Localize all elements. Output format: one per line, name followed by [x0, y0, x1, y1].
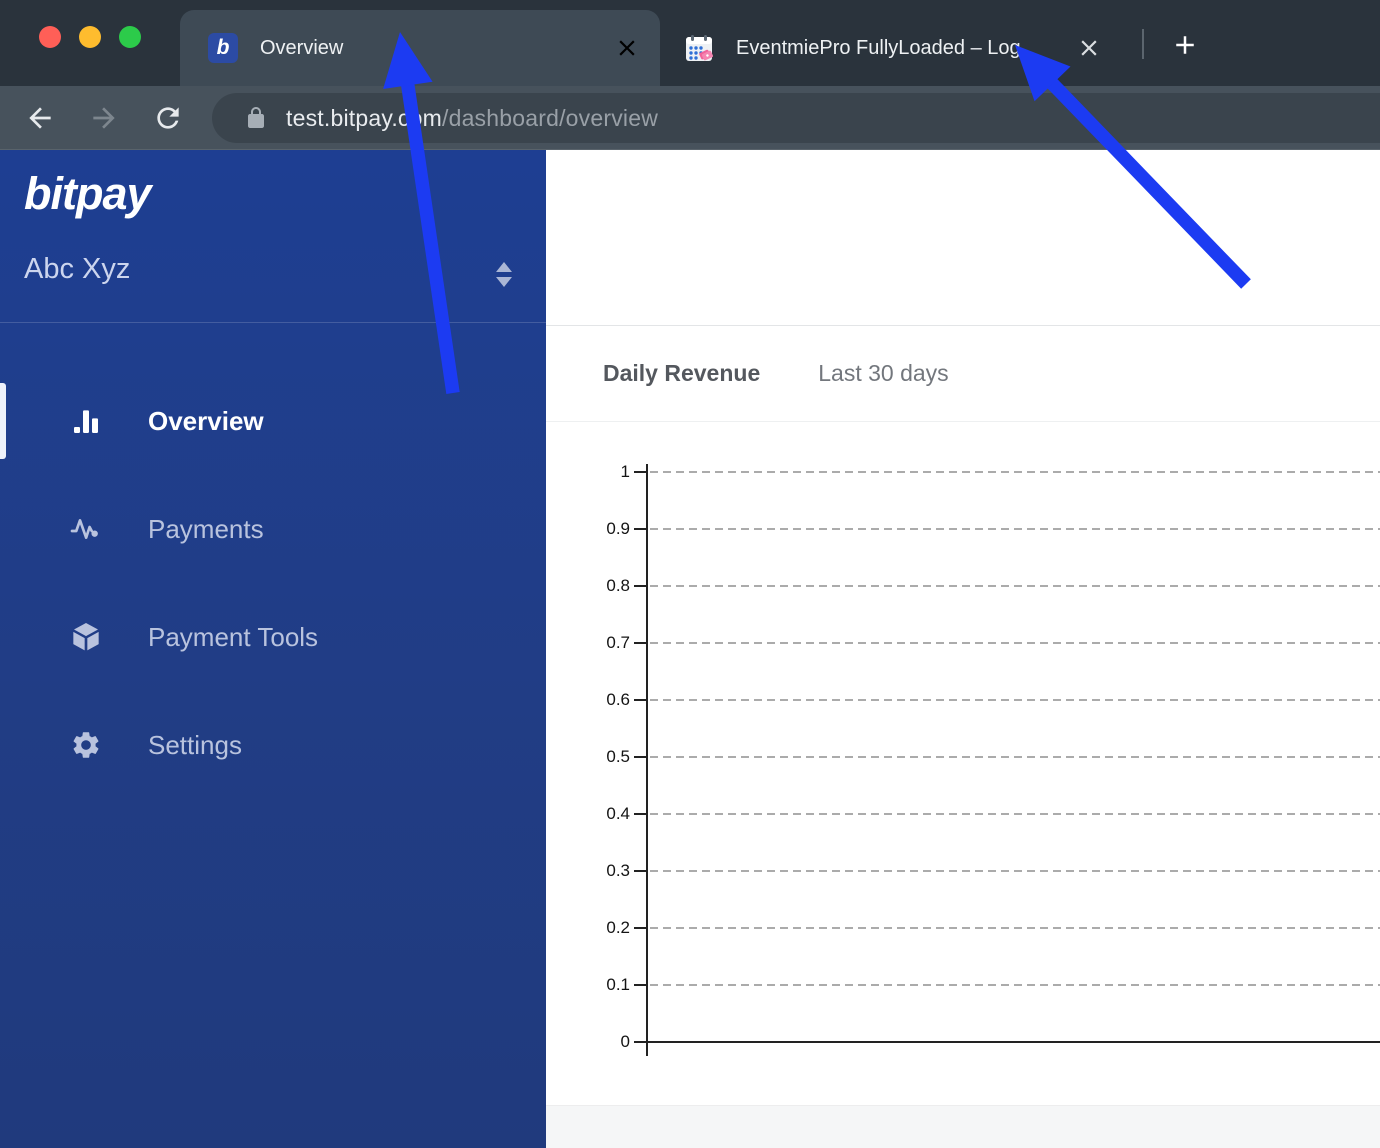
sidebar-item-payments[interactable]: Payments	[0, 475, 546, 583]
cube-icon	[73, 623, 99, 651]
tab-close-icon[interactable]	[1076, 35, 1102, 61]
gridline	[650, 528, 1380, 530]
y-tick-mark	[634, 528, 646, 530]
y-tick-mark	[634, 927, 646, 929]
tab-strip: b Overview EventmiePro FullyLoaded – Log	[0, 0, 1380, 86]
bitpay-logo: bitpay	[24, 168, 152, 219]
new-tab-button[interactable]	[1163, 23, 1207, 67]
gridline	[650, 984, 1380, 986]
sidebar-item-overview[interactable]: Overview	[0, 367, 546, 475]
y-tick-mark	[634, 642, 646, 644]
gridline	[650, 471, 1380, 473]
y-tick-mark	[634, 756, 646, 758]
gridline	[650, 927, 1380, 929]
y-tick-mark	[634, 585, 646, 587]
y-axis-line	[646, 464, 648, 1056]
y-tick-label: 0.1	[606, 975, 630, 994]
chart-header: Daily Revenue Last 30 days	[546, 325, 1380, 422]
y-tick-mark	[634, 984, 646, 986]
y-tick-mark	[634, 699, 646, 701]
y-tick-mark	[634, 813, 646, 815]
y-tick-label: 0.5	[606, 747, 630, 766]
gridline	[650, 756, 1380, 758]
main-content: Daily Revenue Last 30 days 1 0.9 0.8 0.7 0.6…	[546, 150, 1380, 1148]
tab-eventmiepro[interactable]: EventmiePro FullyLoaded – Log	[668, 10, 1130, 86]
tab-close-icon[interactable]	[614, 35, 640, 61]
gridline	[650, 699, 1380, 701]
y-tick-label: 0.7	[606, 633, 630, 652]
bar-chart-icon	[74, 410, 98, 433]
back-icon[interactable]	[24, 102, 56, 134]
plus-icon	[1176, 36, 1194, 54]
url-path: /dashboard/overview	[441, 104, 659, 131]
y-tick-label: 0.2	[606, 918, 630, 937]
url-text: test.bitpay.com/dashboard/overview	[286, 105, 658, 132]
chart-range-label: Last 30 days	[818, 360, 949, 386]
pulse-icon	[70, 519, 98, 539]
x-axis-line	[646, 1041, 1380, 1043]
y-tick-mark	[634, 471, 646, 473]
account-dropdown-icon[interactable]	[496, 257, 512, 291]
url-bar[interactable]: test.bitpay.com/dashboard/overview	[212, 93, 1380, 143]
gear-icon	[73, 732, 99, 758]
sidebar-item-label: Overview	[148, 405, 264, 436]
tab-overview[interactable]: b Overview	[180, 10, 660, 86]
gridline	[650, 585, 1380, 587]
window-zoom-button[interactable]	[119, 26, 141, 48]
url-domain: test.bitpay.com	[286, 104, 442, 131]
tab-separator	[1142, 29, 1144, 59]
gridline	[650, 870, 1380, 872]
gridline	[650, 642, 1380, 644]
y-tick-mark	[634, 1041, 646, 1043]
forward-icon[interactable]	[88, 102, 120, 134]
chart-plot-area: 1 0.9 0.8 0.7 0.6 0.5 0.4 0.3 0.2 0.1 0	[546, 422, 1380, 1105]
bitpay-favicon-icon: b	[208, 33, 238, 63]
window-close-button[interactable]	[39, 26, 61, 48]
tab-title: EventmiePro FullyLoaded – Log	[736, 36, 1021, 59]
content-bottom-strip	[546, 1105, 1380, 1148]
sidebar-divider	[0, 322, 546, 323]
gridline	[650, 813, 1380, 815]
y-tick-label: 0.3	[606, 861, 630, 880]
sidebar-item-payment-tools[interactable]: Payment Tools	[0, 583, 546, 691]
reload-icon[interactable]	[152, 102, 184, 134]
sidebar-nav: Overview Payments Payment Tools Settings	[0, 367, 546, 799]
y-tick-label: 0.8	[606, 576, 630, 595]
lock-icon[interactable]	[244, 106, 268, 130]
y-tick-label: 0.9	[606, 519, 630, 538]
sidebar-item-settings[interactable]: Settings	[0, 691, 546, 799]
sidebar-item-label: Settings	[148, 729, 242, 760]
sidebar: bitpay Abc Xyz Overview Payments Payment…	[0, 150, 546, 1148]
sidebar-item-label: Payment Tools	[148, 621, 319, 652]
y-tick-label: 0.6	[606, 690, 630, 709]
tab-title: Overview	[260, 36, 344, 59]
sidebar-item-label: Payments	[148, 513, 264, 544]
y-tick-label: 1	[620, 462, 630, 481]
window-minimize-button[interactable]	[79, 26, 101, 48]
browser-window: b Overview EventmiePro FullyLoaded – Log…	[0, 0, 1380, 1148]
calendar-favicon-icon	[686, 35, 713, 61]
y-tick-mark	[634, 870, 646, 872]
y-tick-label: 0	[620, 1032, 630, 1051]
y-tick-label: 0.4	[606, 804, 630, 823]
chart-title: Daily Revenue	[603, 360, 761, 386]
account-switcher[interactable]: Abc Xyz	[24, 253, 130, 286]
browser-toolbar: test.bitpay.com/dashboard/overview	[0, 86, 1380, 150]
